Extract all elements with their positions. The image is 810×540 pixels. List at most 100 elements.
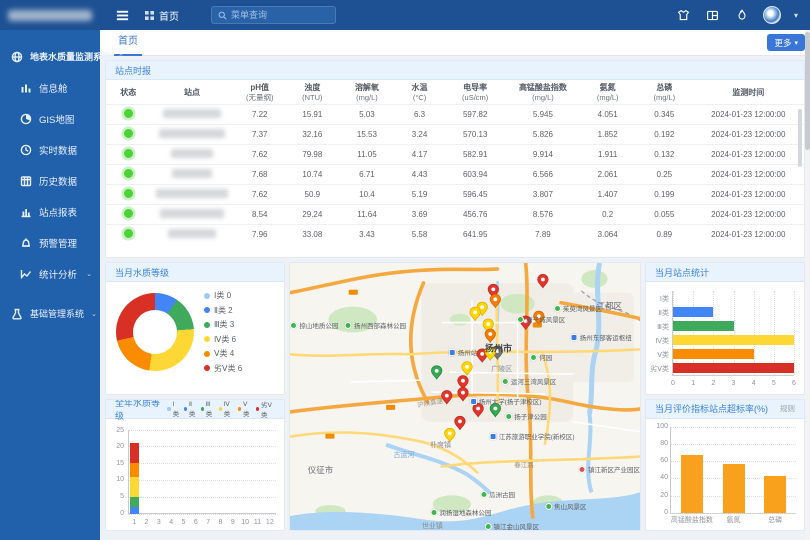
table-scrollbar[interactable] <box>798 109 802 167</box>
table-row[interactable]: 7.6279.9811.054.17582.919.9141.9110.1322… <box>106 145 804 165</box>
stacked-legend: Ⅰ类Ⅱ类Ⅲ类Ⅳ类Ⅴ类劣Ⅴ类 <box>167 399 275 419</box>
sidebar-item-gis-map[interactable]: GIS地图 <box>0 103 100 134</box>
sidebar-item-alert-mgmt[interactable]: 预警管理 <box>0 227 100 258</box>
sidebar-root-label: 基础管理系统 <box>30 307 84 320</box>
sidebar-item-label: 历史数据 <box>39 174 77 188</box>
sidebar-item-label: 站点报表 <box>39 205 77 219</box>
legend-item[interactable]: Ⅰ类 <box>167 400 180 418</box>
sidebar-item-label: 统计分析 <box>39 267 77 281</box>
map-panel[interactable]: 扬州市江都区仪征市广陵区朴席镇世业镇古运河沪陕高速春江路扬州西部森林公园捺山地质… <box>289 262 641 531</box>
map-label: 镇江金山风景区 <box>485 521 540 531</box>
metric-value: 50.9 <box>286 185 339 205</box>
stack-segment <box>130 477 139 497</box>
metric-value: 1.852 <box>579 125 636 145</box>
legend-item[interactable]: Ⅳ类 <box>219 400 234 418</box>
sidebar-item-stats-analysis[interactable]: 统计分析 ⌄ <box>0 258 100 289</box>
map-label: 古运河 <box>393 450 414 460</box>
column-header: 溶解氧(mg/L) <box>339 80 396 105</box>
hamburger-icon[interactable] <box>114 7 130 23</box>
monitor-time: 2024-01-23 12:00:00 <box>693 205 804 225</box>
column-header: 氨氮(mg/L) <box>579 80 636 105</box>
sidebar-root-surface-water[interactable]: 地表水质量监测系统 ⌃ <box>0 41 100 72</box>
breadcrumb-home[interactable]: 首页 <box>159 8 179 23</box>
panel-title: 全年水质等级 <box>115 399 161 422</box>
chevron-down-icon[interactable]: ▾ <box>794 11 798 20</box>
table-row[interactable]: 8.5429.2411.643.69456.768.5760.20.055202… <box>106 205 804 225</box>
map-label: 唐子城风景区 <box>517 314 565 324</box>
breadcrumb[interactable]: 首页 <box>144 8 179 23</box>
theme-icon[interactable] <box>676 7 692 23</box>
legend-item[interactable]: Ⅴ类 4 <box>204 348 242 359</box>
metric-value: 1.911 <box>579 145 636 165</box>
vbar <box>681 455 703 513</box>
legend-item[interactable]: Ⅳ类 6 <box>204 334 242 345</box>
table-row[interactable]: 7.9633.083.435.58641.957.893.0640.892024… <box>106 225 804 245</box>
hbar <box>673 335 794 345</box>
globe-icon <box>11 51 23 63</box>
sidebar-root-base-mgmt[interactable]: 基础管理系统 ⌄ <box>0 298 100 329</box>
status-dot <box>124 229 133 238</box>
legend-item[interactable]: Ⅲ类 3 <box>204 319 242 330</box>
hbar <box>673 321 734 331</box>
legend-item[interactable]: Ⅰ类 0 <box>204 290 242 301</box>
flask-icon <box>11 308 23 320</box>
station-poi-icon <box>571 334 578 341</box>
layout-icon[interactable] <box>705 7 721 23</box>
legend-item[interactable]: Ⅴ类 <box>238 400 252 418</box>
station-name-redacted <box>168 229 216 238</box>
alarm-icon <box>20 237 32 249</box>
page-scrollbar[interactable] <box>805 30 810 540</box>
metric-value: 582.91 <box>444 145 507 165</box>
app-logo <box>0 0 100 30</box>
map-label: 江都区 <box>597 300 623 312</box>
sidebar-item-info-hub[interactable]: 信息舱 <box>0 72 100 103</box>
legend-item[interactable]: 劣Ⅴ类 6 <box>204 363 242 374</box>
map-label: 何园 <box>530 352 552 362</box>
monthly-station-panel: 当月站点统计 0123456Ⅰ类Ⅱ类Ⅲ类Ⅳ类Ⅴ类劣Ⅴ类 <box>645 262 805 395</box>
table-row[interactable]: 7.3732.1615.533.24570.135.8261.8520.1922… <box>106 125 804 145</box>
exceed-rate-panel: 当月评价指标站点超标率(%) 规则 020406080100高锰酸盐指数氨氮总磷 <box>645 399 805 532</box>
map-label: 捺山地质公园 <box>290 320 338 330</box>
metric-value: 7.68 <box>233 165 286 185</box>
chevron-down-icon: ⌄ <box>86 270 92 278</box>
stack-segment <box>130 443 139 463</box>
avatar[interactable] <box>763 6 781 24</box>
metric-value: 7.62 <box>233 145 286 165</box>
search-input[interactable] <box>231 10 329 20</box>
panel-corner-link[interactable]: 规则 <box>780 403 795 414</box>
scrollbar-thumb[interactable] <box>805 32 810 150</box>
map-label: 扬州东部客运枢纽 <box>571 332 632 342</box>
stack-segment <box>130 507 139 514</box>
table-row[interactable]: 7.2215.915.036.3597.825.9454.0510.345202… <box>106 105 804 125</box>
legend-item[interactable]: 劣Ⅴ类 <box>256 399 275 419</box>
vbar <box>723 464 745 513</box>
metric-value: 5.19 <box>395 185 444 205</box>
table-row[interactable]: 7.6250.910.45.19596.453.8071.4070.199202… <box>106 185 804 205</box>
legend-item[interactable]: Ⅲ类 <box>201 400 215 418</box>
menu-search[interactable] <box>211 6 336 24</box>
more-button[interactable]: 更多▾ <box>767 34 805 51</box>
sidebar-item-label: 预警管理 <box>39 236 77 250</box>
sidebar-item-history-data[interactable]: 历史数据 <box>0 165 100 196</box>
flame-icon[interactable] <box>734 7 750 23</box>
sidebar-item-label: 信息舱 <box>39 81 68 95</box>
monitor-time: 2024-01-23 12:00:00 <box>693 185 804 205</box>
legend-item[interactable]: Ⅱ类 <box>184 400 197 418</box>
status-dot <box>124 209 133 218</box>
sidebar-item-label: 实时数据 <box>39 143 77 157</box>
hbar <box>673 307 713 317</box>
sidebar-item-station-report[interactable]: 站点报表 <box>0 196 100 227</box>
donut-legend: Ⅰ类 0 Ⅱ类 2 Ⅲ类 3 Ⅳ类 6 Ⅴ类 4 劣Ⅴ类 6 <box>204 290 242 374</box>
panel-title: 站点时报 <box>115 64 151 77</box>
metric-value: 3.807 <box>507 185 580 205</box>
stack-segment <box>130 497 139 507</box>
map-label: 润扬湿地森林公园 <box>430 507 491 517</box>
map-label: 春江路 <box>514 459 534 469</box>
sidebar-item-realtime-data[interactable]: 实时数据 <box>0 134 100 165</box>
trend-icon <box>20 268 32 280</box>
exceed-vbar-chart: 020406080100高锰酸盐指数氨氮总磷 <box>670 427 796 515</box>
monitor-time: 2024-01-23 12:00:00 <box>693 105 804 125</box>
legend-item[interactable]: Ⅱ类 2 <box>204 305 242 316</box>
table-row[interactable]: 7.6810.746.714.43603.946.5662.0610.25202… <box>106 165 804 185</box>
chevron-up-icon: ⌃ <box>118 53 124 61</box>
